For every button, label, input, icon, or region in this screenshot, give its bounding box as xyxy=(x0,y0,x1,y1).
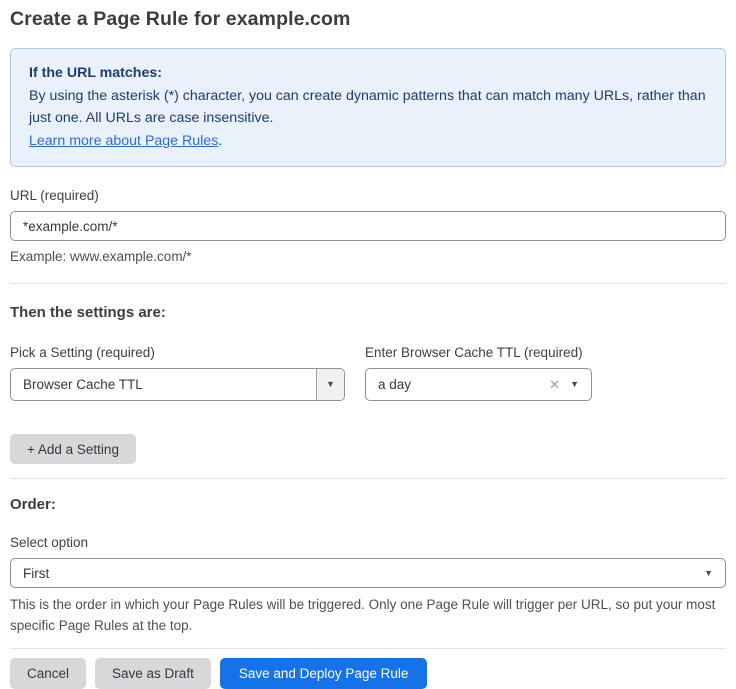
order-select-value: First xyxy=(11,566,704,581)
footer-divider xyxy=(10,648,726,649)
settings-row: Pick a Setting (required) Browser Cache … xyxy=(10,345,726,401)
url-match-info-box: If the URL matches: By using the asteris… xyxy=(10,48,726,167)
ttl-picker-value: a day xyxy=(366,377,543,392)
chevron-down-icon: ▼ xyxy=(326,380,335,389)
url-input[interactable] xyxy=(10,211,726,241)
setting-picker-arrow-cap[interactable]: ▼ xyxy=(316,369,344,400)
info-box-body: By using the asterisk (*) character, you… xyxy=(29,85,707,130)
order-heading: Order: xyxy=(10,496,726,513)
learn-more-link[interactable]: Learn more about Page Rules xyxy=(29,133,218,149)
clear-icon[interactable]: ✕ xyxy=(543,377,570,393)
create-page-rule-panel: Create a Page Rule for example.com If th… xyxy=(0,0,736,689)
link-period: . xyxy=(218,133,222,149)
url-field-label: URL (required) xyxy=(10,188,726,203)
add-setting-button[interactable]: + Add a Setting xyxy=(10,434,136,464)
section-divider xyxy=(10,478,726,479)
save-and-deploy-button[interactable]: Save and Deploy Page Rule xyxy=(220,658,428,689)
setting-picker-value: Browser Cache TTL xyxy=(11,377,316,392)
setting-picker-select[interactable]: Browser Cache TTL ▼ xyxy=(10,368,345,401)
ttl-picker-label: Enter Browser Cache TTL (required) xyxy=(365,345,592,360)
setting-picker-column: Pick a Setting (required) Browser Cache … xyxy=(10,345,345,401)
section-divider xyxy=(10,283,726,284)
footer-actions: Cancel Save as Draft Save and Deploy Pag… xyxy=(10,658,726,689)
ttl-picker-select[interactable]: a day ✕ ▼ xyxy=(365,368,592,401)
chevron-down-icon: ▼ xyxy=(704,569,725,578)
page-title: Create a Page Rule for example.com xyxy=(10,8,726,31)
ttl-picker-column: Enter Browser Cache TTL (required) a day… xyxy=(365,345,592,401)
save-as-draft-button[interactable]: Save as Draft xyxy=(95,658,211,689)
order-select-label: Select option xyxy=(10,535,726,550)
cancel-button[interactable]: Cancel xyxy=(10,658,86,689)
info-box-heading: If the URL matches: xyxy=(29,62,707,85)
settings-heading: Then the settings are: xyxy=(10,304,726,321)
info-box-link-line: Learn more about Page Rules. xyxy=(29,130,707,153)
chevron-down-icon: ▼ xyxy=(570,380,591,389)
setting-picker-label: Pick a Setting (required) xyxy=(10,345,345,360)
order-select[interactable]: First ▼ xyxy=(10,558,726,588)
url-example-helper: Example: www.example.com/* xyxy=(10,249,726,264)
order-helper-text: This is the order in which your Page Rul… xyxy=(10,595,726,636)
